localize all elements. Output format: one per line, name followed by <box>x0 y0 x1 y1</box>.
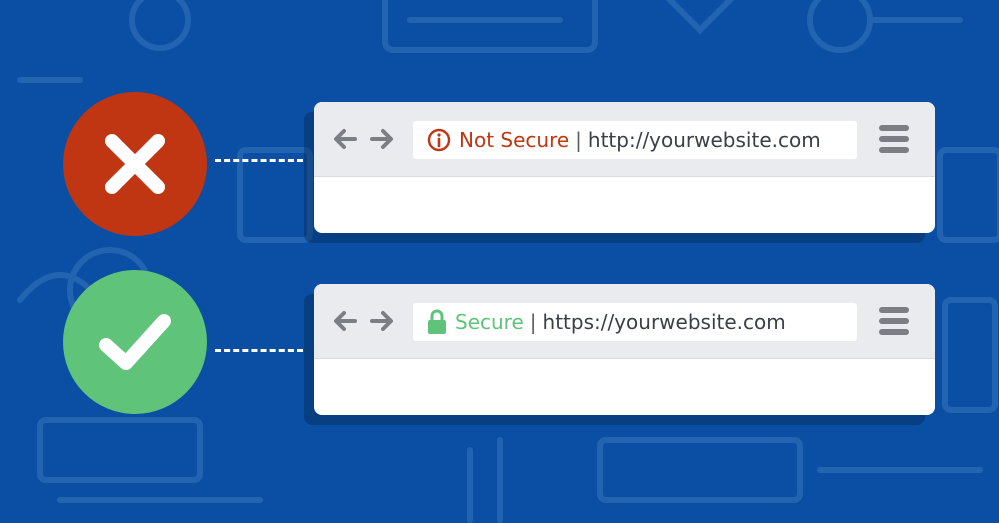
forward-button[interactable] <box>368 126 396 156</box>
checkmark-icon <box>99 314 171 370</box>
security-status-label: Secure <box>455 310 524 334</box>
secure-connector <box>215 349 303 352</box>
insecure-browser-window: Not Secure | http://yourwebsite.com <box>314 102 935 233</box>
secure-badge <box>63 270 207 414</box>
menu-icon[interactable] <box>879 125 909 155</box>
info-circle-icon <box>427 128 451 152</box>
address-bar[interactable]: Secure | https://yourwebsite.com <box>413 303 857 341</box>
arrow-right-icon <box>370 129 393 149</box>
forward-button[interactable] <box>368 308 396 338</box>
padlock-icon <box>427 309 447 335</box>
x-mark-icon <box>105 134 165 194</box>
arrow-left-icon <box>334 129 357 149</box>
url-text: https://yourwebsite.com <box>542 310 786 334</box>
url-text: http://yourwebsite.com <box>587 128 821 152</box>
insecure-badge <box>63 92 207 236</box>
back-button[interactable] <box>331 308 359 338</box>
secure-browser-window: Secure | https://yourwebsite.com <box>314 284 935 415</box>
address-separator: | <box>575 128 582 152</box>
browser-toolbar: Not Secure | http://yourwebsite.com <box>314 102 935 177</box>
security-status-label: Not Secure <box>459 128 570 152</box>
arrow-right-icon <box>370 311 393 331</box>
address-separator: | <box>529 310 537 334</box>
address-bar[interactable]: Not Secure | http://yourwebsite.com <box>413 121 857 159</box>
back-button[interactable] <box>331 126 359 156</box>
menu-icon[interactable] <box>879 307 909 337</box>
browser-toolbar: Secure | https://yourwebsite.com <box>314 284 935 359</box>
background-pattern <box>17 0 999 523</box>
arrow-left-icon <box>334 311 357 331</box>
insecure-connector <box>215 159 303 162</box>
